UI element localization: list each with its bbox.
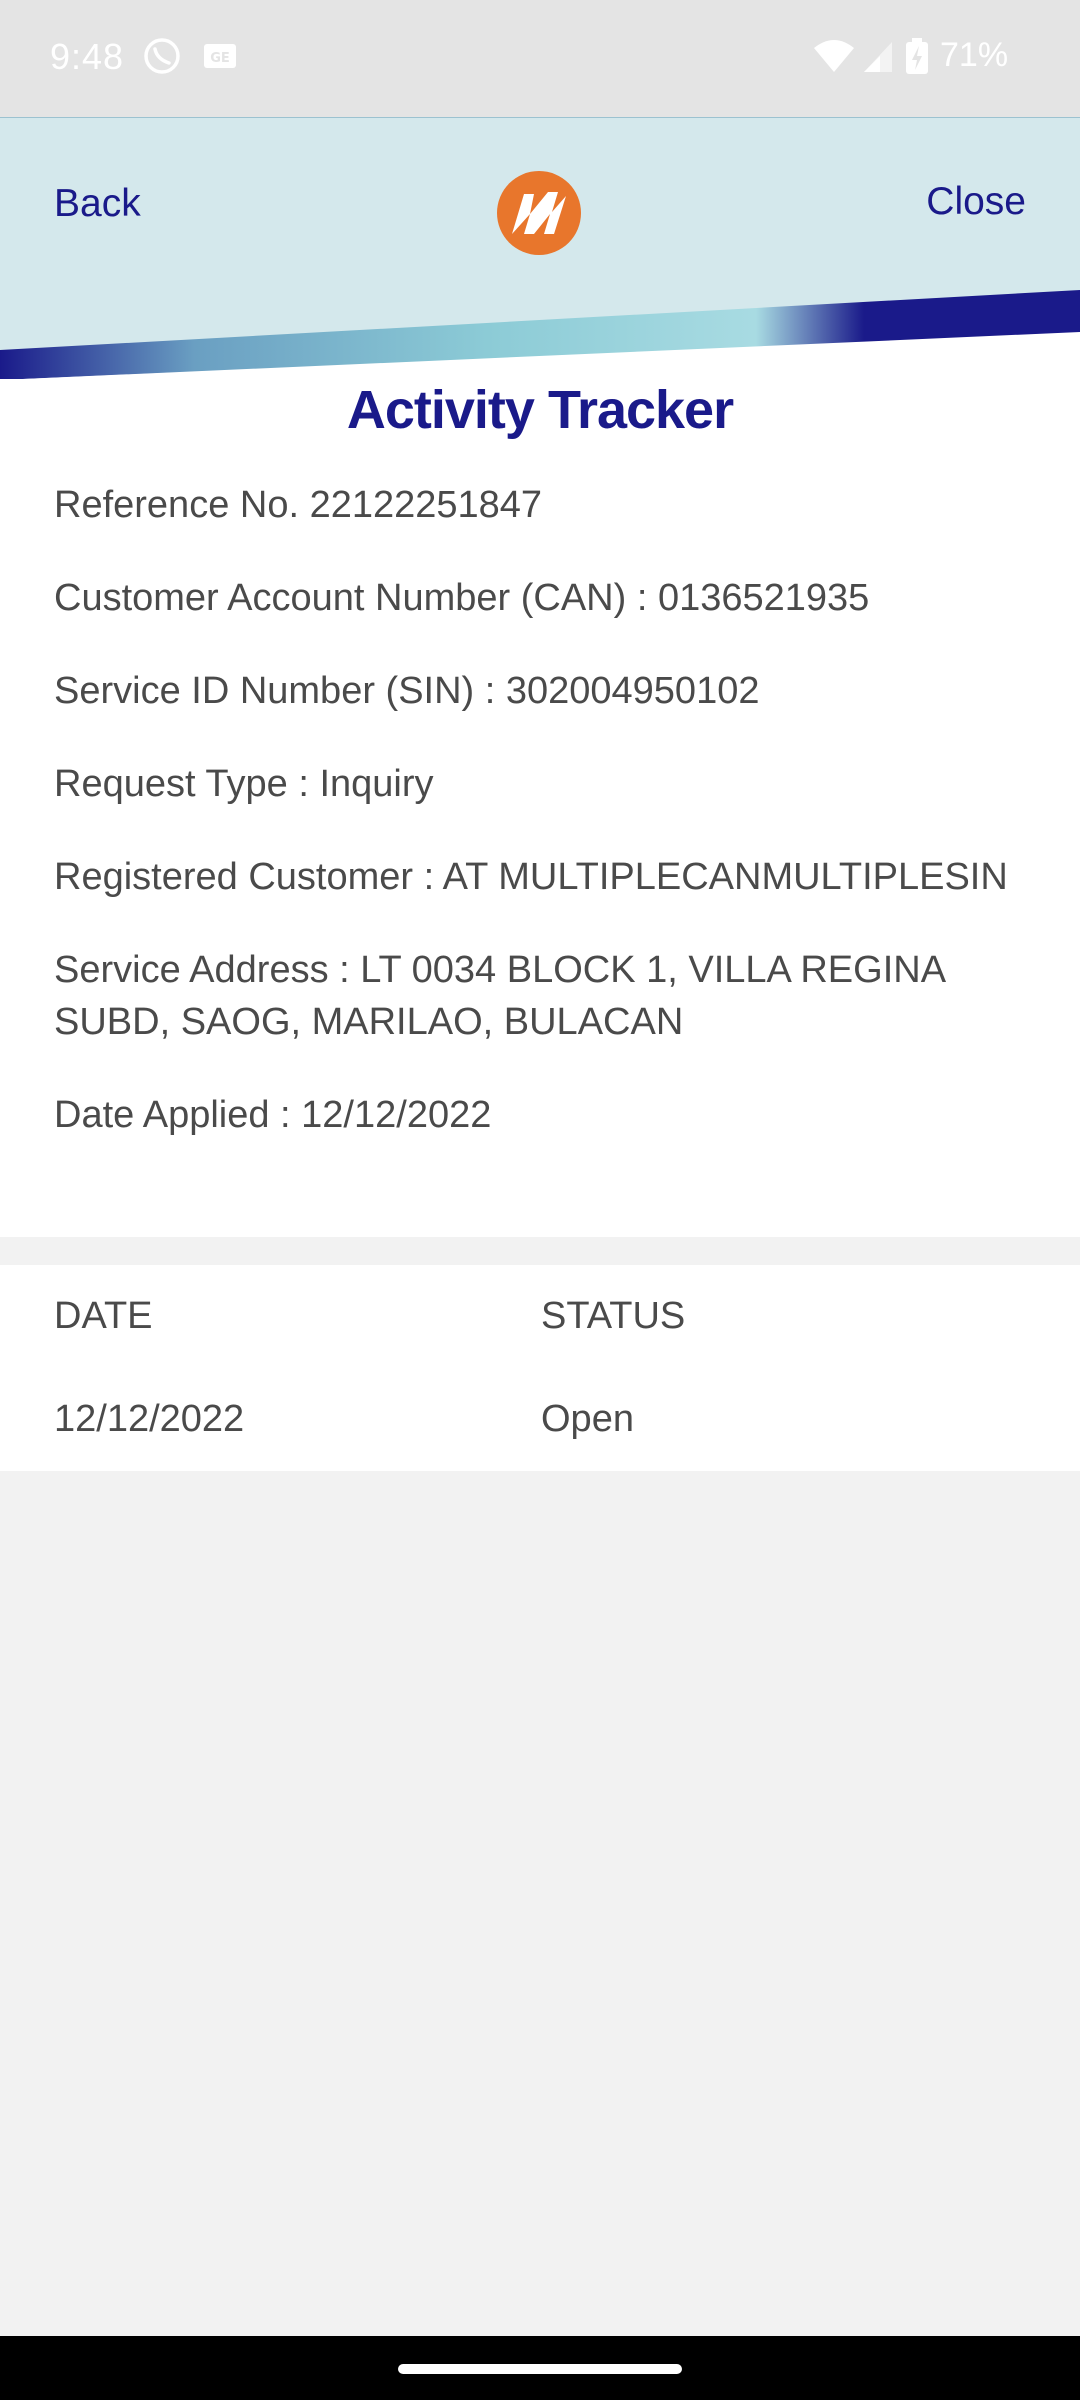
registered-customer: Registered Customer : AT MULTIPLECANMULT… bbox=[54, 856, 1008, 898]
request-type: Request Type : Inquiry bbox=[54, 763, 434, 805]
service-id-number: Service ID Number (SIN) : 302004950102 bbox=[54, 670, 760, 712]
status-table: DATE STATUS 12/12/2022 Open bbox=[0, 1265, 1080, 1471]
signal-icon bbox=[864, 42, 892, 72]
system-nav-bar bbox=[0, 2336, 1080, 2400]
sim-icon: GE bbox=[204, 44, 236, 68]
status-time: 9:48 bbox=[50, 36, 125, 77]
svg-text:GE: GE bbox=[210, 51, 230, 66]
service-address: Service Address : LT 0034 BLOCK 1, VILLA… bbox=[54, 949, 944, 1043]
back-button[interactable]: Back bbox=[54, 182, 141, 226]
date-applied: Date Applied : 12/12/2022 bbox=[54, 1094, 492, 1136]
app-header: Back Close bbox=[0, 117, 1080, 379]
page-title: Activity Tracker bbox=[346, 380, 734, 440]
activity-details-card: Activity Tracker Reference No. 221222518… bbox=[0, 379, 1080, 1237]
status-bar: 9:48 GE 71% bbox=[0, 0, 1080, 117]
battery-icon bbox=[906, 38, 928, 74]
close-button[interactable]: Close bbox=[926, 180, 1026, 224]
column-header-status: STATUS bbox=[541, 1295, 686, 1337]
reference-number: Reference No. 22122251847 bbox=[54, 484, 543, 526]
table-cell-date: 12/12/2022 bbox=[54, 1398, 245, 1440]
meralco-logo-icon bbox=[497, 171, 581, 255]
table-cell-status: Open bbox=[541, 1398, 634, 1440]
home-gesture-handle[interactable] bbox=[398, 2364, 682, 2374]
battery-percent: 71% bbox=[940, 36, 1009, 74]
wifi-icon bbox=[814, 40, 854, 72]
customer-account-number: Customer Account Number (CAN) : 01365219… bbox=[54, 577, 870, 619]
column-header-date: DATE bbox=[54, 1295, 153, 1337]
viber-icon bbox=[144, 38, 180, 74]
details-list: Reference No. 22122251847 Customer Accou… bbox=[54, 479, 1034, 1182]
